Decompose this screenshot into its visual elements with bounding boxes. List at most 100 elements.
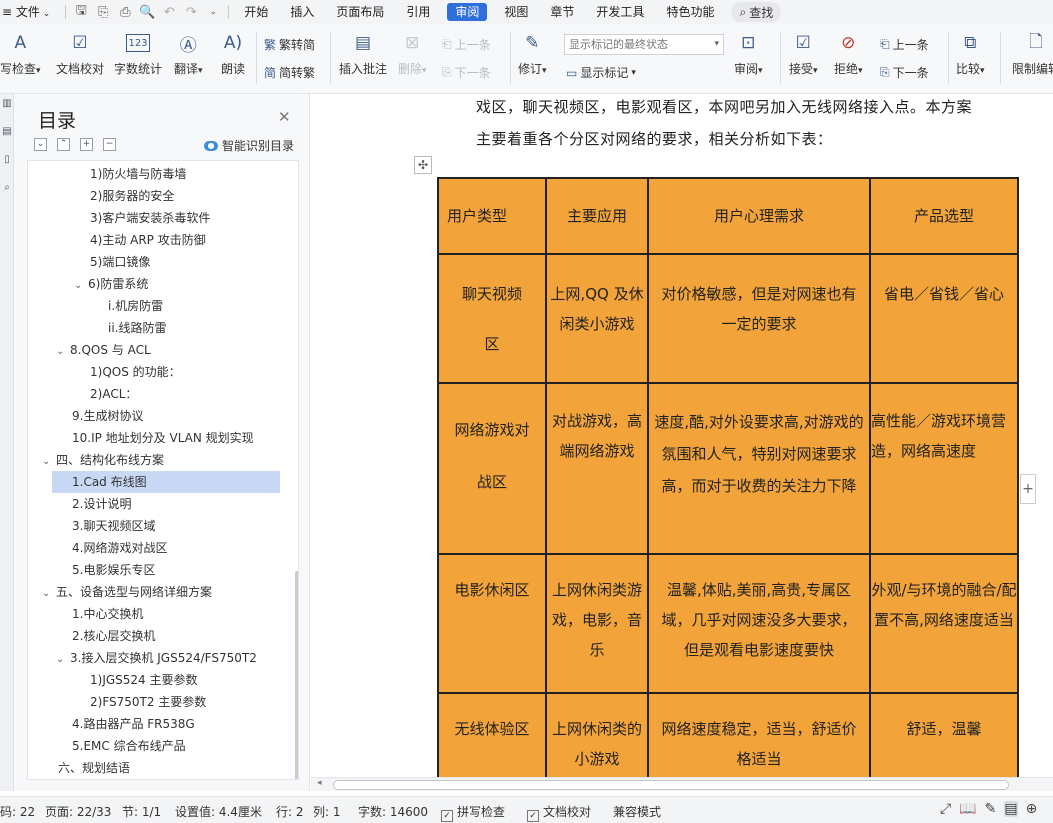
toc-item[interactable]: 1)防火墙与防毒墙: [28, 163, 294, 185]
tab-view[interactable]: 视图: [493, 0, 539, 24]
bookmark-panel-icon[interactable]: ▯: [0, 154, 14, 178]
review-pane-button[interactable]: ⊡ 审阅▾: [734, 30, 763, 77]
table-header-cell[interactable]: 主要应用: [545, 177, 649, 255]
toc-item[interactable]: 1.中心交换机: [28, 603, 294, 625]
toc-item[interactable]: 2.核心层交换机: [28, 625, 294, 647]
horizontal-scrollbar[interactable]: ◂: [311, 777, 1053, 791]
chevron-down-icon[interactable]: ⌄: [56, 341, 70, 363]
smart-toc-button[interactable]: ● 智能识别目录: [204, 137, 294, 154]
remove-heading-icon[interactable]: −: [103, 138, 116, 151]
chevron-down-icon[interactable]: ⌄: [42, 451, 56, 473]
print-preview-icon[interactable]: 🔍: [136, 5, 158, 20]
add-heading-icon[interactable]: +: [80, 138, 93, 151]
export-pdf-icon[interactable]: ⎘: [92, 5, 114, 20]
table-cell[interactable]: 舒适，温馨: [869, 692, 1019, 777]
toc-item[interactable]: 2)ACL：: [28, 383, 294, 405]
translate-button[interactable]: Ⓐ 翻译▾: [174, 30, 203, 77]
tab-features[interactable]: 特色功能: [655, 0, 725, 24]
markup-state-select[interactable]: 显示标记的最终状态 ▾: [564, 34, 724, 55]
table-cell[interactable]: 网络速度稳定，适当，舒适价格适当: [647, 692, 871, 777]
toc-item[interactable]: i.机房防雷: [28, 295, 294, 317]
toc-item[interactable]: 3)客户端安装杀毒软件: [28, 207, 294, 229]
table-header-cell[interactable]: 产品选型: [869, 177, 1019, 255]
table-cell[interactable]: 聊天视频区: [437, 253, 547, 384]
toc-panel-icon[interactable]: ▥: [0, 98, 14, 122]
table-cell[interactable]: 上网休闲类游戏，电影，音乐: [545, 553, 649, 694]
toc-item[interactable]: 4.路由器产品 FR538G: [28, 713, 294, 735]
simp-to-trad-button[interactable]: 简简转繁: [264, 64, 315, 81]
toc-item[interactable]: ⌄ 6)防雷系统: [28, 273, 294, 295]
toc-scrollbar[interactable]: [295, 571, 298, 779]
restrict-edit-button[interactable]: 🗋 限制编辑: [1012, 30, 1053, 77]
close-icon[interactable]: ✕: [278, 108, 291, 126]
reject-button[interactable]: ⊘ 拒绝▾: [834, 30, 863, 77]
table-cell[interactable]: 温馨,体贴,美丽,高贵,专属区域，几乎对网速没多大要求，但是观看电影速度要快: [647, 553, 871, 694]
save-icon[interactable]: 🖫: [70, 1, 92, 23]
table-cell[interactable]: 上网,QQ 及休闲类小游戏: [545, 253, 649, 384]
accept-button[interactable]: ☑ 接受▾: [789, 30, 818, 77]
table-cell[interactable]: 网络游戏对战区: [437, 382, 547, 555]
status-page[interactable]: 页面: 22/33: [45, 803, 111, 820]
table-cell[interactable]: 速度,酷,对外设要求高,对游戏的氛围和人气，特别对网速要求高，而对于收费的关注力…: [647, 382, 871, 555]
toc-item[interactable]: 10.IP 地址划分及 VLAN 规划实现: [28, 427, 294, 449]
toc-item[interactable]: 5.EMC 综合布线产品: [28, 735, 294, 757]
expand-level-icon[interactable]: ⌃: [57, 138, 70, 151]
toc-item[interactable]: ⌄ 3.接入层交换机 JGS524/FS750T2: [28, 647, 294, 669]
track-changes-button[interactable]: ✎ 修订▾: [518, 30, 547, 77]
page-view-icon[interactable]: ▤: [1004, 801, 1018, 817]
compare-button[interactable]: ⧉ 比较▾: [956, 30, 985, 77]
doc-proof-button[interactable]: ☑ 文档校对: [56, 30, 104, 77]
toc-item[interactable]: 1.Cad 布线图: [52, 471, 280, 493]
chapter-panel-icon[interactable]: ▤: [0, 126, 14, 150]
web-view-icon[interactable]: ⊕: [1026, 801, 1038, 817]
scroll-thumb[interactable]: [333, 780, 1009, 790]
table-cell[interactable]: 无线体验区: [437, 692, 547, 777]
prev-comment-button[interactable]: ⎗ 上一条: [442, 36, 491, 53]
redo-icon[interactable]: ↷: [180, 5, 202, 20]
show-markup-button[interactable]: ▭ 显示标记 ▾: [566, 64, 636, 81]
doc-check-status[interactable]: ✓ 文档校对: [527, 803, 591, 822]
collapse-all-icon[interactable]: ⌄: [34, 138, 47, 151]
add-column-icon[interactable]: +: [1020, 474, 1036, 504]
toc-item[interactable]: 9.生成树协议: [28, 405, 294, 427]
toc-item[interactable]: 5)端口镜像: [28, 251, 294, 273]
print-icon[interactable]: ⎙: [114, 5, 136, 20]
delete-comment-button[interactable]: ⊠ 删除▾: [398, 30, 427, 77]
file-menu[interactable]: ≡ 文件 ⌄: [0, 0, 61, 24]
toc-item[interactable]: ii.线路防雷: [28, 317, 294, 339]
tab-review[interactable]: 审阅: [447, 3, 488, 21]
scroll-left-icon[interactable]: ◂: [317, 778, 322, 788]
word-count-button[interactable]: 123 字数统计: [114, 30, 162, 77]
read-aloud-button[interactable]: A) 朗读: [220, 30, 246, 77]
table-cell[interactable]: 高性能／游戏环境营造，网络高速度: [869, 382, 1019, 555]
spell-check-status[interactable]: ✓ 拼写检查: [441, 803, 505, 822]
chevron-down-icon[interactable]: ⌄: [42, 583, 56, 605]
tab-start[interactable]: 开始: [233, 0, 279, 24]
table-cell[interactable]: 上网休闲类的小游戏: [545, 692, 649, 777]
insert-comment-button[interactable]: ▤ 插入批注: [339, 30, 387, 77]
table-cell[interactable]: 对价格敏感，但是对网速也有一定的要求: [647, 253, 871, 384]
tab-developer[interactable]: 开发工具: [585, 0, 655, 24]
tab-page-layout[interactable]: 页面布局: [325, 0, 395, 24]
table-header-cell[interactable]: 用户类型: [437, 177, 547, 255]
table-cell[interactable]: 省电／省钱／省心: [869, 253, 1019, 384]
chevron-down-icon[interactable]: ⌄: [74, 275, 88, 297]
word-count-status[interactable]: 字数: 14600: [358, 803, 428, 820]
find-panel-icon[interactable]: ⌕: [0, 182, 14, 206]
table-cell[interactable]: 对战游戏，高端网络游戏: [545, 382, 649, 555]
tab-references[interactable]: 引用: [395, 0, 441, 24]
toc-item[interactable]: 4.网络游戏对战区: [28, 537, 294, 559]
toc-item[interactable]: ⌄ 五、设备选型与网络详细方案: [28, 581, 294, 603]
spell-check-button[interactable]: A 写检查▾: [0, 30, 41, 77]
toc-item[interactable]: 5.电影娱乐专区: [28, 559, 294, 581]
table-header-cell[interactable]: 用户心理需求: [647, 177, 871, 255]
tab-insert[interactable]: 插入: [279, 0, 325, 24]
reading-mode-icon[interactable]: 📖: [959, 801, 976, 817]
search-box[interactable]: ⌕ 查找: [731, 2, 782, 22]
toc-item[interactable]: 1)QOS 的功能：: [28, 361, 294, 383]
quick-access-dropdown-icon[interactable]: ⌄: [202, 7, 224, 17]
write-mode-icon[interactable]: ✎: [985, 801, 997, 817]
toc-item[interactable]: 2)FS750T2 主要参数: [28, 691, 294, 713]
trad-to-simp-button[interactable]: 繁繁转简: [264, 36, 315, 53]
toc-item[interactable]: ⌄ 四、结构化布线方案: [28, 449, 294, 471]
